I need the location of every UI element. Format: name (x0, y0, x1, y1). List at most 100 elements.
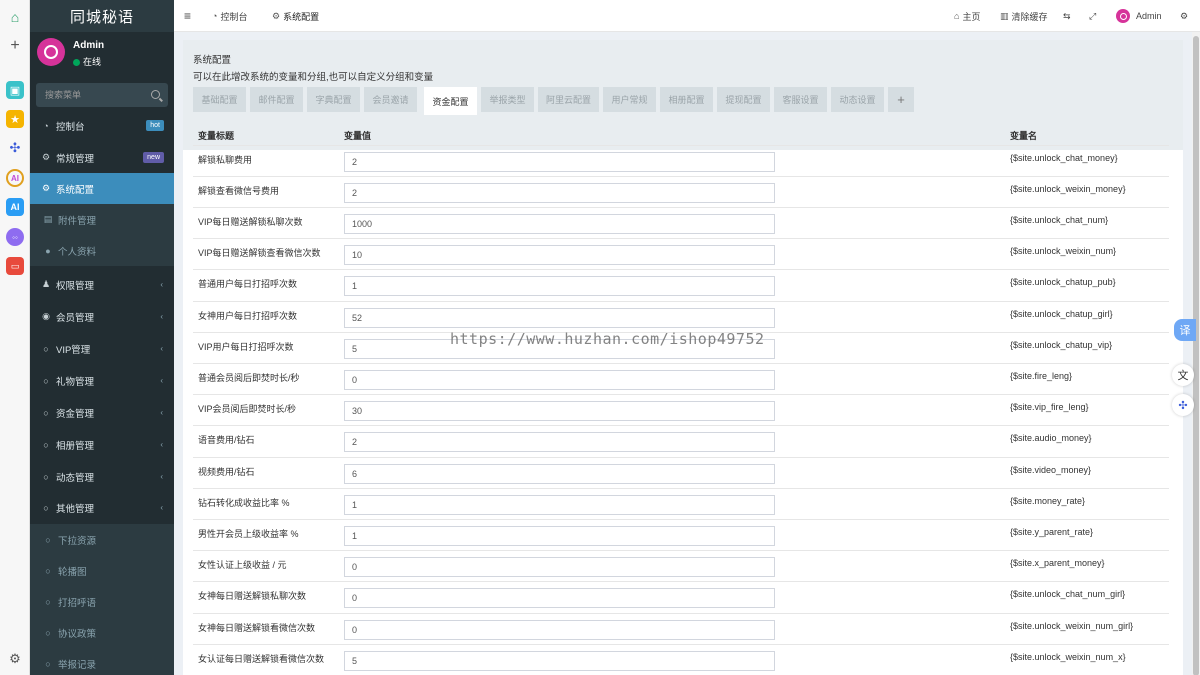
value-input[interactable]: 10 (344, 245, 775, 265)
value-input[interactable]: 0 (344, 370, 775, 390)
tab-moments[interactable]: 动态设置 (831, 87, 884, 112)
value-input[interactable]: 2 (344, 432, 775, 452)
star-icon[interactable]: ★ (6, 110, 24, 128)
sidebar-item-permissions[interactable]: ♟ 权限管理 ‹ (30, 269, 174, 300)
table-row: 语音费用/钻石 2 {$site.audio_money} (193, 425, 1169, 456)
sidebar-item-dashboard[interactable]: ◔ 控制台 hot (30, 110, 174, 141)
sidebar-item-system-config[interactable]: ⚙ 系统配置 (30, 173, 174, 204)
tab-basic[interactable]: 基础配置 (193, 87, 246, 112)
value-input[interactable]: 0 (344, 620, 775, 640)
settings-gears-icon[interactable]: ⚙ (1180, 0, 1188, 32)
menu-toggle-icon[interactable]: ≡ (184, 0, 191, 32)
sidebar-item-policy[interactable]: ○ 协议政策 (30, 617, 174, 648)
browser-side-strip: ⌂ + ▣ ★ ✣ AI AI ◦◦ ▭ ⚙ (0, 0, 30, 675)
sidebar-item-funds[interactable]: ○ 资金管理 ‹ (30, 397, 174, 428)
tab-album[interactable]: 相册配置 (660, 87, 713, 112)
value-input[interactable]: 1 (344, 495, 775, 515)
language-icon[interactable]: ⇆ (1063, 0, 1071, 32)
plus-icon[interactable]: + (6, 37, 24, 55)
network-icon[interactable]: ✣ (1172, 394, 1194, 416)
tab-report-types[interactable]: 举报类型 (481, 87, 534, 112)
tab-invite[interactable]: 会员邀请 (364, 87, 417, 112)
clear-cache-label: 清除缓存 (1011, 11, 1048, 22)
value-input[interactable]: 0 (344, 557, 775, 577)
search-icon[interactable] (151, 90, 160, 99)
app-icon-1[interactable]: ▣ (6, 81, 24, 99)
row-key: {$site.unlock_chat_money} (1010, 153, 1118, 163)
tab-dictionary[interactable]: 字典配置 (307, 87, 360, 112)
tab-aliyun[interactable]: 阿里云配置 (538, 87, 599, 112)
value-input[interactable]: 1 (344, 276, 775, 296)
sidebar-item-dropdown-resources[interactable]: ○ 下拉资源 (30, 524, 174, 555)
avatar (37, 38, 65, 66)
sidebar-item-others[interactable]: ○ 其他管理 ‹ (30, 492, 174, 523)
sidebar-item-general[interactable]: ⚙ 常规管理 new (30, 142, 174, 173)
translate-icon[interactable]: 文 (1172, 364, 1194, 386)
gamepad-icon[interactable]: ▭ (6, 257, 24, 275)
scrollbar[interactable] (1192, 32, 1200, 675)
circle-icon: ○ (43, 502, 49, 513)
new-badge: new (143, 152, 164, 163)
value-input[interactable]: 52 (344, 308, 775, 328)
sidebar-item-profile[interactable]: ● 个人资料 (30, 235, 174, 266)
add-group-button[interactable]: + (888, 87, 914, 112)
column-header-title: 变量标题 (198, 131, 235, 141)
sidebar-item-carousel[interactable]: ○ 轮播图 (30, 555, 174, 586)
search-input[interactable] (36, 83, 168, 107)
value-input[interactable]: 2 (344, 152, 775, 172)
trash-icon: ▥ (1000, 10, 1009, 21)
row-key: {$site.video_money} (1010, 465, 1092, 475)
table-row: 普通会员阅后即焚时长/秒 0 {$site.fire_leng} (193, 363, 1169, 394)
sidebar-item-label: 礼物管理 (56, 376, 95, 388)
tab-withdraw[interactable]: 提现配置 (717, 87, 770, 112)
admin-user-menu[interactable]: Admin (1116, 0, 1162, 32)
table-row: 钻石转化成收益比率 % 1 {$site.money_rate} (193, 488, 1169, 519)
tab-customer-service[interactable]: 客服设置 (774, 87, 827, 112)
user-panel: Admin 在线 (30, 37, 174, 79)
tab-funds[interactable]: 资金配置 (424, 87, 477, 115)
sidebar-item-label: 相册管理 (56, 440, 95, 452)
row-title: VIP每日赠送解锁查看微信次数 (198, 248, 321, 258)
clear-cache-button[interactable]: ▥ 清除缓存 (1000, 0, 1048, 32)
circle-icon: ○ (43, 375, 49, 386)
ai-circle-icon[interactable]: AI (6, 169, 24, 187)
value-input[interactable]: 6 (344, 464, 775, 484)
value-input[interactable]: 2 (344, 183, 775, 203)
table-row: 解锁私聊费用 2 {$site.unlock_chat_money} (193, 145, 1169, 176)
value-input[interactable]: 1 (344, 526, 775, 546)
row-key: {$site.unlock_chatup_vip} (1010, 340, 1113, 350)
row-key: {$site.audio_money} (1010, 433, 1092, 443)
home-link[interactable]: ⌂ 主页 (954, 0, 980, 32)
chevron-left-icon: ‹ (160, 472, 163, 481)
value-input[interactable]: 0 (344, 588, 775, 608)
tab-dashboard[interactable]: ◔ 控制台 (212, 0, 247, 32)
row-title: 钻石转化成收益比率 % (198, 498, 290, 508)
row-title: 女认证每日赠送解锁看微信次数 (198, 654, 325, 664)
scrollbar-thumb[interactable] (1193, 36, 1199, 675)
sidebar-item-vip[interactable]: ○ VIP管理 ‹ (30, 333, 174, 364)
home-icon[interactable]: ⌂ (6, 8, 24, 26)
fullscreen-icon[interactable]: ⤢ (1089, 0, 1096, 32)
translate-widget[interactable]: 译 (1174, 319, 1196, 341)
sidebar-item-members[interactable]: ◉ 会员管理 ‹ (30, 301, 174, 332)
sidebar-item-attachments[interactable]: ▤ 附件管理 (30, 204, 174, 235)
sidebar-item-label: 系统配置 (56, 184, 95, 196)
sidebar-item-greetings[interactable]: ○ 打招呼语 (30, 586, 174, 617)
chat-bubble-icon[interactable]: ◦◦ (6, 228, 24, 246)
row-key: {$site.money_rate} (1010, 496, 1086, 506)
value-input[interactable]: 5 (344, 651, 775, 671)
sidebar-item-albums[interactable]: ○ 相册管理 ‹ (30, 429, 174, 460)
network-icon[interactable]: ✣ (6, 139, 24, 157)
ai-icon[interactable]: AI (6, 198, 24, 216)
sidebar-item-moments[interactable]: ○ 动态管理 ‹ (30, 461, 174, 492)
tab-user-general[interactable]: 用户常规 (603, 87, 656, 112)
value-input[interactable]: 30 (344, 401, 775, 421)
sidebar-item-gifts[interactable]: ○ 礼物管理 ‹ (30, 365, 174, 396)
sidebar-item-reports[interactable]: ○ 举报记录 (30, 648, 174, 675)
avatar (1116, 9, 1130, 23)
tab-system-config[interactable]: ⚙ 系统配置 (272, 0, 319, 32)
tab-mail[interactable]: 邮件配置 (250, 87, 303, 112)
settings-gear-icon[interactable]: ⚙ (6, 650, 24, 668)
row-key: {$site.unlock_chatup_pub} (1010, 277, 1116, 287)
value-input[interactable]: 1000 (344, 214, 775, 234)
